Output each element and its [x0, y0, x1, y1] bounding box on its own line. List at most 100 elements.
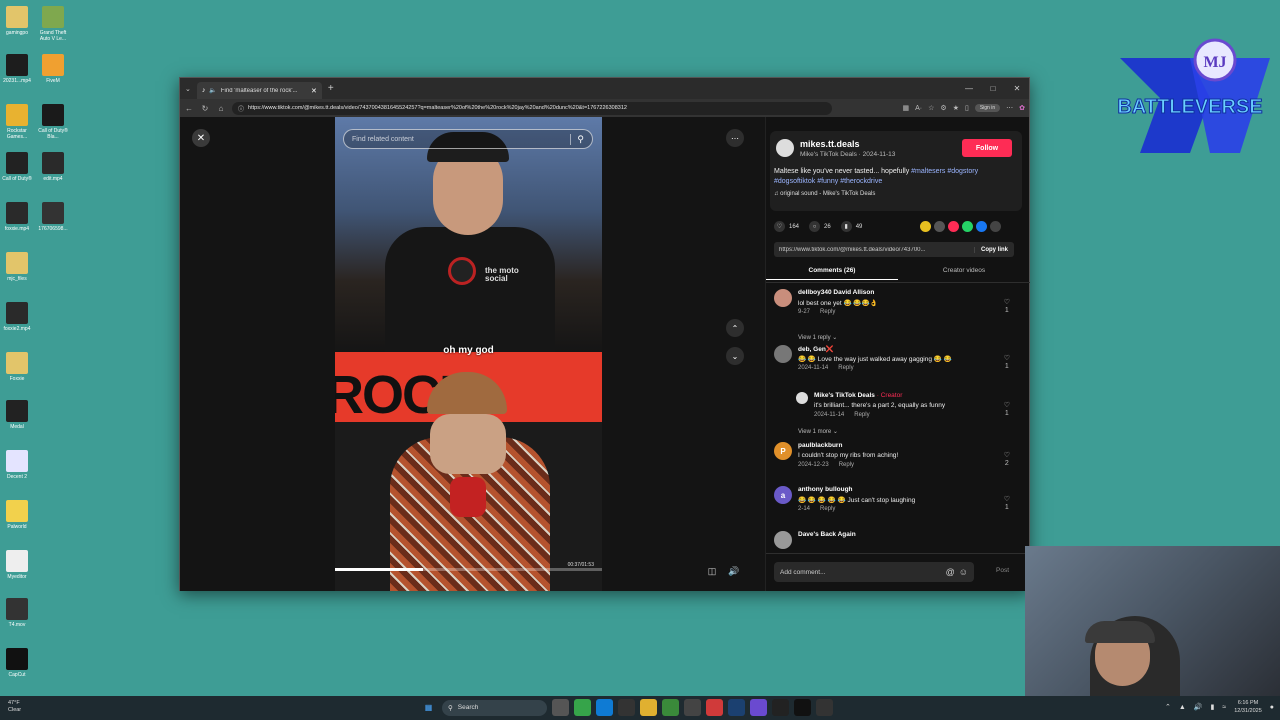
- desktop-icon[interactable]: Call of Duty®: [0, 152, 34, 182]
- commenter-avatar[interactable]: a: [774, 486, 792, 504]
- network-icon[interactable]: ▲: [1179, 704, 1186, 711]
- reader-icon[interactable]: ▦: [903, 104, 910, 112]
- sign-in-button[interactable]: Sign in: [974, 104, 1001, 112]
- desktop-icon[interactable]: 176706598...: [36, 202, 70, 232]
- close-window-icon[interactable]: ✕: [1005, 84, 1029, 93]
- comment-like-button[interactable]: ♡ 2: [1004, 452, 1010, 468]
- video-player[interactable]: the moto social ROCK oh my god Find rela…: [335, 117, 602, 591]
- desktop-icon[interactable]: gamingpo: [0, 6, 34, 36]
- sound-link[interactable]: ♫ original sound - Mike's TikTok Deals: [774, 191, 875, 197]
- share-arrow-icon[interactable]: [990, 221, 1001, 232]
- commenter-name[interactable]: deb, Gen❌: [798, 345, 834, 353]
- collections-icon[interactable]: ▯: [965, 104, 969, 112]
- notifications-icon[interactable]: ●: [1270, 704, 1274, 711]
- desktop-icon[interactable]: T4.mov: [0, 598, 34, 628]
- creator-reply-button[interactable]: Reply: [854, 412, 869, 418]
- desktop-icon[interactable]: Call of Duty® Bla...: [36, 104, 70, 140]
- related-search-bar[interactable]: Find related content ⚲: [343, 129, 593, 149]
- reply-button[interactable]: Reply: [820, 309, 835, 315]
- back-icon[interactable]: ←: [184, 104, 194, 113]
- desktop-icon[interactable]: Palworld: [0, 500, 34, 530]
- hashtag-link[interactable]: #maltesers: [911, 168, 945, 175]
- emoji-icon[interactable]: ☺: [959, 567, 968, 577]
- desktop-icon[interactable]: Medal: [0, 400, 34, 430]
- hashtag-link[interactable]: #funny: [817, 178, 838, 185]
- minimize-icon[interactable]: —: [957, 84, 981, 93]
- terminal-icon[interactable]: [618, 699, 635, 716]
- reply-button[interactable]: Reply: [838, 365, 853, 371]
- repost-icon[interactable]: [920, 221, 931, 232]
- favorites-bar-icon[interactable]: ★: [953, 104, 959, 112]
- commenter-name[interactable]: anthony bullough: [798, 486, 853, 493]
- maximize-icon[interactable]: □: [981, 84, 1005, 93]
- favorite-icon[interactable]: ☆: [928, 104, 934, 112]
- hashtag-link[interactable]: #dogsoftiktok: [774, 178, 815, 185]
- tab-list-icon[interactable]: ⌄: [185, 85, 191, 93]
- copilot-icon[interactable]: ✿: [1019, 104, 1025, 112]
- facebook-icon[interactable]: [976, 221, 987, 232]
- new-tab-button[interactable]: +: [328, 83, 334, 94]
- more-options-button[interactable]: ⋯: [726, 129, 744, 147]
- home-icon[interactable]: ⌂: [216, 104, 226, 113]
- mention-icon[interactable]: @: [946, 567, 955, 577]
- file-explorer-icon[interactable]: [640, 699, 657, 716]
- start-icon[interactable]: ▦: [420, 699, 437, 716]
- hashtag-link[interactable]: #therockdrive: [840, 178, 882, 185]
- author-username[interactable]: mikes.tt.deals: [800, 139, 860, 149]
- app-icon-2[interactable]: [816, 699, 833, 716]
- comment-like-button[interactable]: ♡ 1: [1004, 496, 1010, 512]
- browser-tab[interactable]: ♪ 🔈 Find 'malteaser of the rock'... ✕: [196, 82, 322, 99]
- task-view-icon[interactable]: [552, 699, 569, 716]
- miniplayer-button[interactable]: ◫: [704, 563, 720, 579]
- comment-like-button[interactable]: ♡ 1: [1004, 299, 1010, 315]
- comment-input[interactable]: Add comment... @ ☺: [774, 562, 974, 582]
- medal-icon[interactable]: [772, 699, 789, 716]
- xbox-icon[interactable]: [574, 699, 591, 716]
- commenter-avatar[interactable]: [774, 531, 792, 549]
- desktop-icon[interactable]: mjc_files: [0, 252, 34, 282]
- app-icon[interactable]: [750, 699, 767, 716]
- previous-video-button[interactable]: ⌃: [726, 319, 744, 337]
- audio-icon[interactable]: 🔈: [209, 87, 216, 94]
- whatsapp-icon[interactable]: [962, 221, 973, 232]
- tab-comments[interactable]: Comments (26): [766, 267, 898, 280]
- wifi-icon[interactable]: ≈: [1222, 704, 1226, 711]
- copy-link-button[interactable]: Copy link: [973, 246, 1014, 253]
- creator-reply-like[interactable]: ♡ 1: [1004, 402, 1010, 418]
- save-button[interactable]: ▮ 49: [840, 221, 862, 232]
- commenter-avatar[interactable]: [774, 345, 792, 363]
- reply-button[interactable]: Reply: [839, 462, 854, 468]
- desktop-icon[interactable]: Rockstar Games...: [0, 104, 34, 140]
- creator-reply-name[interactable]: Mike's TikTok Deals · Creator: [814, 392, 902, 399]
- creator-avatar[interactable]: [796, 392, 808, 404]
- post-button[interactable]: Post: [996, 567, 1009, 574]
- clock[interactable]: 6:16 PM 12/31/2025: [1234, 699, 1262, 715]
- desktop-icon[interactable]: Decent 2: [0, 450, 34, 480]
- desktop-icon[interactable]: Myeditor: [0, 550, 34, 580]
- volume-button[interactable]: 🔊: [726, 563, 742, 579]
- desktop-icon[interactable]: Grand Theft Auto V Le...: [36, 6, 70, 42]
- view-more-link[interactable]: View 1 more ⌄: [798, 428, 838, 435]
- commenter-avatar[interactable]: P: [774, 442, 792, 460]
- site-info-icon[interactable]: ⓘ: [238, 104, 244, 113]
- follow-button[interactable]: Follow: [962, 139, 1012, 157]
- tab-close-icon[interactable]: ✕: [311, 87, 317, 95]
- hashtag-link[interactable]: #dogstory: [947, 168, 978, 175]
- commenter-avatar[interactable]: [774, 289, 792, 307]
- author-avatar[interactable]: [776, 139, 794, 157]
- reply-button[interactable]: Reply: [820, 506, 835, 512]
- extensions-icon[interactable]: ⚙: [940, 104, 946, 112]
- desktop-icon[interactable]: 20231...mp4: [0, 54, 34, 84]
- send-icon[interactable]: [948, 221, 959, 232]
- commenter-name[interactable]: paulblackburn: [798, 442, 842, 449]
- speaker-icon[interactable]: 🔊: [1194, 703, 1203, 711]
- weather-widget[interactable]: 47°F Clear: [8, 700, 21, 714]
- close-video-button[interactable]: ✕: [192, 129, 210, 147]
- capcut-icon[interactable]: [794, 699, 811, 716]
- desktop-icon[interactable]: edit.mp4: [36, 152, 70, 182]
- edge-icon[interactable]: [596, 699, 613, 716]
- store-icon[interactable]: [684, 699, 701, 716]
- next-video-button[interactable]: ⌄: [726, 347, 744, 365]
- comment-button[interactable]: ○ 26: [809, 221, 831, 232]
- taskbar-search[interactable]: ⚲ Search: [442, 699, 547, 716]
